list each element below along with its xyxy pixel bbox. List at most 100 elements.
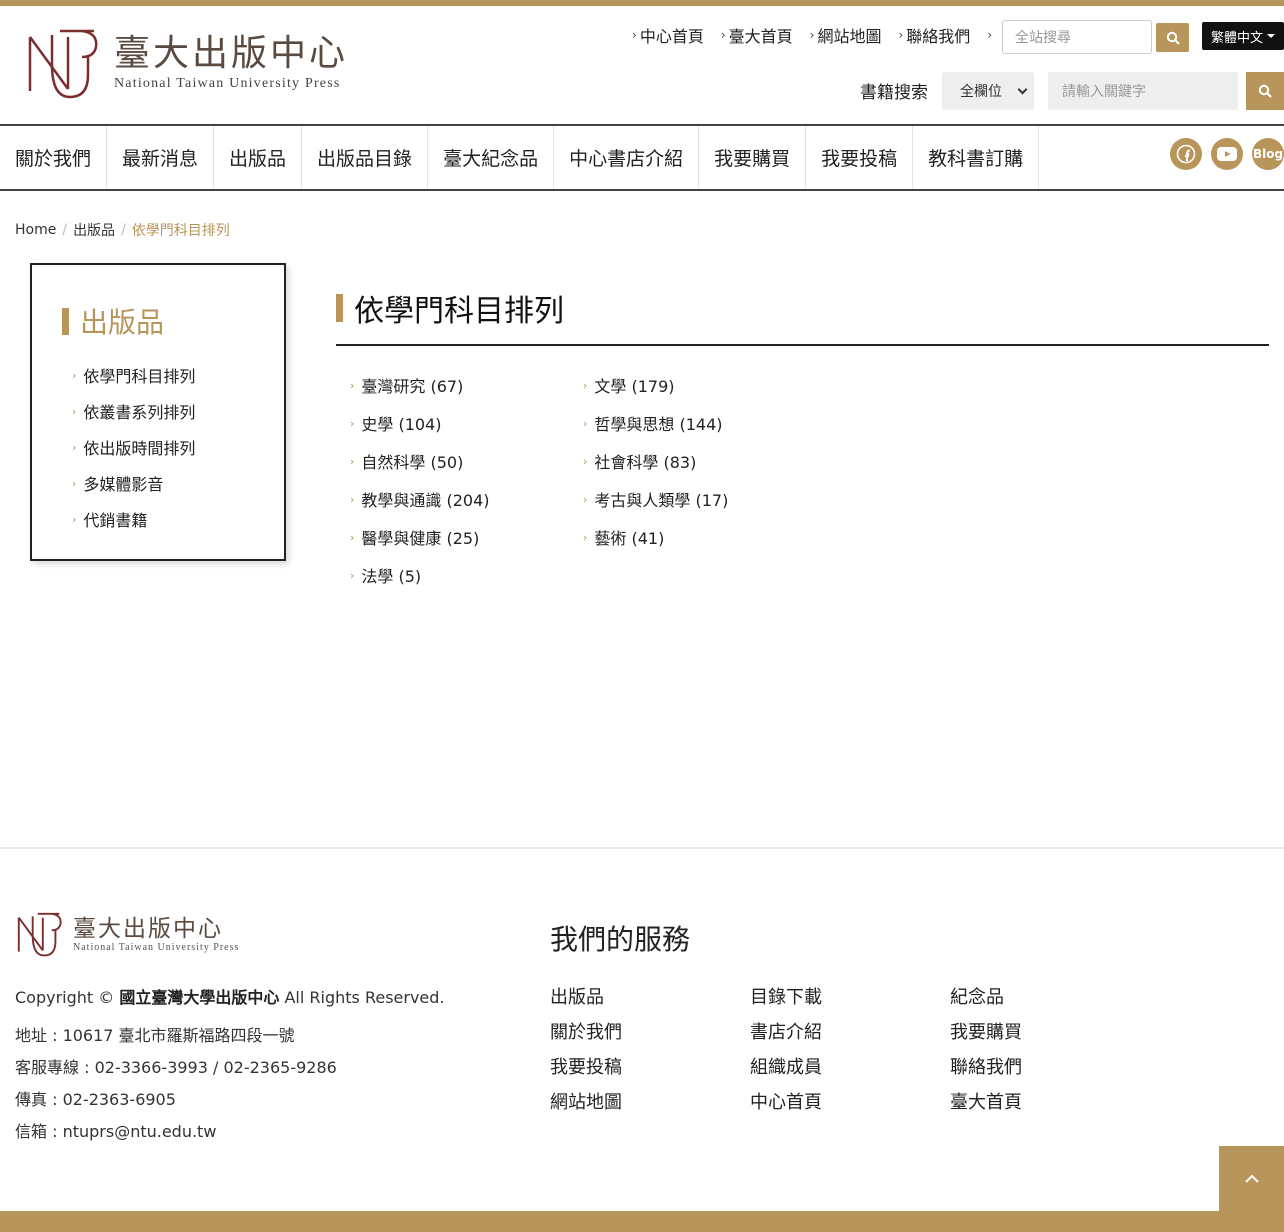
category-item[interactable]: › 藝術 (41) <box>583 518 664 556</box>
footer-logo: 臺大出版中心 National Taiwan University Press <box>15 910 239 958</box>
ntu-press-logo-icon <box>28 29 98 99</box>
nav-news[interactable]: 最新消息 <box>107 126 215 189</box>
chevron-right-icon: › <box>583 378 588 392</box>
address: 地址 : 10617 臺北市羅斯福路四段一號 <box>15 1026 295 1045</box>
title-divider <box>336 344 1269 346</box>
sidebar-item-multimedia[interactable]: › 多媒體影音 <box>72 465 195 501</box>
chevron-right-icon: › <box>583 492 588 506</box>
breadcrumb: Home / 出版品 / 依學門科目排列 <box>15 220 230 240</box>
breadcrumb-publications[interactable]: 出版品 <box>73 220 115 240</box>
category-item[interactable]: › 考古與人類學 (17) <box>583 480 728 518</box>
blog-icon[interactable]: Blog <box>1252 138 1284 170</box>
top-link-contact[interactable]: › 聯絡我們 <box>898 22 970 48</box>
chevron-right-icon: › <box>350 416 355 430</box>
title-accent-bar <box>62 307 69 335</box>
chevron-right-icon: › <box>583 530 588 544</box>
category-item[interactable]: › 哲學與思想 (144) <box>583 404 723 442</box>
category-item[interactable]: › 臺灣研究 (67) <box>350 366 463 404</box>
footer-link[interactable]: 組織成員 <box>750 1048 822 1083</box>
sidebar-item-by-date[interactable]: › 依出版時間排列 <box>72 429 195 465</box>
category-item[interactable]: › 醫學與健康 (25) <box>350 518 479 556</box>
nav-about[interactable]: 關於我們 <box>0 126 108 189</box>
category-item[interactable]: › 教學與通識 (204) <box>350 480 490 518</box>
sidebar-item-by-subject[interactable]: › 依學門科目排列 <box>72 357 195 393</box>
contact-info: 地址 : 10617 臺北市羅斯福路四段一號 客服專線 : 02-3366-39… <box>15 1018 337 1146</box>
footer-link[interactable]: 目錄下載 <box>750 978 822 1013</box>
footer-link[interactable]: 中心首頁 <box>750 1083 822 1118</box>
footer-link[interactable]: 書店介紹 <box>750 1013 822 1048</box>
logo-english-name: National Taiwan University Press <box>114 76 341 91</box>
category-item[interactable]: › 自然科學 (50) <box>350 442 463 480</box>
site-search-button[interactable] <box>1156 23 1189 52</box>
top-link-center-home[interactable]: › 中心首頁 <box>632 22 704 48</box>
chevron-right-icon: › <box>350 454 355 468</box>
nav-purchase[interactable]: 我要購買 <box>699 126 807 189</box>
footer-logo-chinese-name: 臺大出版中心 <box>73 915 223 942</box>
top-link-sitemap[interactable]: › 網站地圖 <box>810 22 882 48</box>
chevron-down-icon <box>1017 84 1028 95</box>
search-icon <box>1258 84 1272 98</box>
footer-link[interactable]: 網站地圖 <box>550 1083 622 1118</box>
book-search-field-select[interactable]: 全欄位 <box>942 72 1034 110</box>
footer-link[interactable]: 我要投稿 <box>550 1048 622 1083</box>
bottom-accent-bar <box>0 1211 1284 1232</box>
category-item[interactable]: › 文學 (179) <box>583 366 675 404</box>
chevron-right-icon: › <box>720 28 726 42</box>
book-search-button[interactable] <box>1246 72 1284 110</box>
site-search-input[interactable]: 全站搜尋 <box>1002 20 1152 54</box>
main-nav: 關於我們 最新消息 出版品 出版品目錄 臺大紀念品 中心書店介紹 我要購買 我要… <box>0 124 1284 191</box>
youtube-icon[interactable] <box>1211 138 1243 170</box>
breadcrumb-home[interactable]: Home <box>15 222 56 238</box>
phone: 客服專線 : 02-3366-3993 / 02-2365-9286 <box>15 1058 337 1077</box>
sidebar: 出版品 › 依學門科目排列 › 依叢書系列排列 › 依出版時間排列 › 多媒體影音 › 代… <box>30 263 286 561</box>
email: 信箱 : ntuprs@ntu.edu.tw <box>15 1122 217 1141</box>
footer-link[interactable]: 我要購買 <box>950 1013 1022 1048</box>
title-accent-bar <box>336 294 343 322</box>
page-title: 依學門科目排列 <box>336 286 564 330</box>
nav-submit[interactable]: 我要投稿 <box>806 126 914 189</box>
sidebar-item-by-series[interactable]: › 依叢書系列排列 <box>72 393 195 429</box>
back-to-top-button[interactable] <box>1219 1146 1284 1211</box>
chevron-right-icon: › <box>350 378 355 392</box>
site-logo[interactable]: 臺大出版中心 National Taiwan University Press <box>24 24 354 102</box>
language-selector[interactable]: 繁體中文 <box>1202 22 1284 50</box>
category-item[interactable]: › 史學 (104) <box>350 404 442 442</box>
category-item[interactable]: › 社會科學 (83) <box>583 442 696 480</box>
chevron-right-icon: › <box>350 492 355 506</box>
chevron-right-icon: › <box>72 404 77 418</box>
sidebar-title: 出版品 <box>62 301 164 341</box>
facebook-icon[interactable] <box>1170 138 1202 170</box>
footer-link[interactable]: 聯絡我們 <box>950 1048 1022 1083</box>
chevron-right-icon: › <box>987 28 993 42</box>
chevron-right-icon: › <box>72 512 77 526</box>
footer-link[interactable]: 出版品 <box>550 978 604 1013</box>
footer-divider <box>0 847 1284 849</box>
nav-publications[interactable]: 出版品 <box>214 126 303 189</box>
nav-catalog[interactable]: 出版品目錄 <box>302 126 429 189</box>
chevron-right-icon: › <box>350 568 355 582</box>
top-links: › 中心首頁 › 臺大首頁 › 網站地圖 › 聯絡我們 › <box>632 22 998 48</box>
fax: 傳真 : 02-2363-6905 <box>15 1090 176 1109</box>
chevron-right-icon: › <box>583 454 588 468</box>
top-link-ntu-home[interactable]: › 臺大首頁 <box>721 22 793 48</box>
top-accent-bar <box>0 0 1284 6</box>
sidebar-item-consignment[interactable]: › 代銷書籍 <box>72 501 195 537</box>
chevron-right-icon: › <box>809 28 815 42</box>
nav-textbook-order[interactable]: 教科書訂購 <box>913 126 1040 189</box>
nav-souvenirs[interactable]: 臺大紀念品 <box>428 126 555 189</box>
footer-link[interactable]: 紀念品 <box>950 978 1004 1013</box>
chevron-right-icon: › <box>632 28 637 42</box>
chevron-right-icon: › <box>898 28 904 42</box>
logo-chinese-name: 臺大出版中心 <box>114 33 349 74</box>
breadcrumb-separator: / <box>121 222 126 238</box>
nav-bookstore[interactable]: 中心書店介紹 <box>554 126 700 189</box>
footer-link[interactable]: 關於我們 <box>550 1013 622 1048</box>
search-icon <box>1166 31 1180 45</box>
category-item[interactable]: › 法學 (5) <box>350 556 421 594</box>
breadcrumb-separator: / <box>62 222 68 238</box>
footer-link[interactable]: 臺大首頁 <box>950 1083 1022 1118</box>
book-search-input[interactable]: 請輸入關鍵字 <box>1048 72 1238 110</box>
services-title: 我們的服務 <box>550 923 691 956</box>
chevron-right-icon: › <box>72 440 77 454</box>
chevron-up-icon <box>1244 1174 1259 1183</box>
